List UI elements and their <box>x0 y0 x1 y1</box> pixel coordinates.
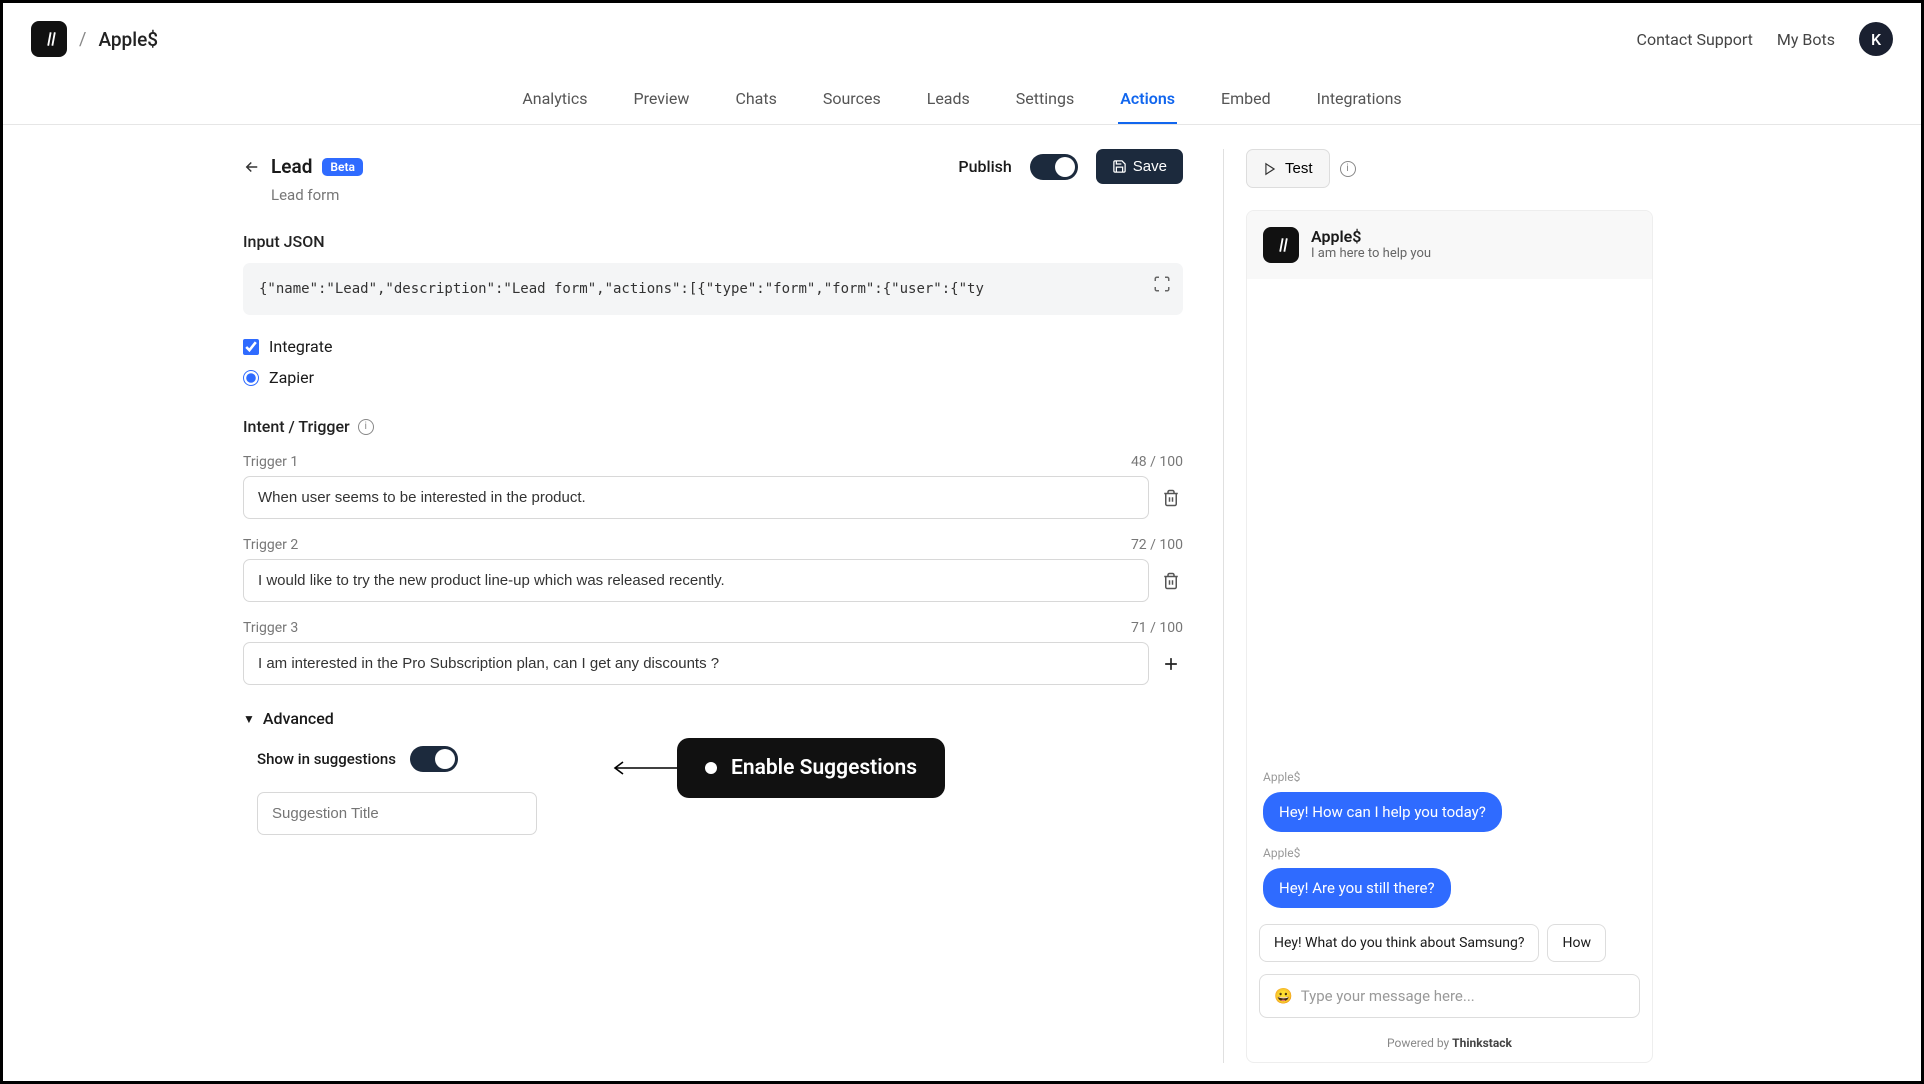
trigger-1-count: 48 / 100 <box>1131 454 1183 470</box>
trigger-2-count: 72 / 100 <box>1131 537 1183 553</box>
trigger-2-input[interactable] <box>243 559 1149 602</box>
disclosure-icon: ▼ <box>243 712 255 726</box>
chat-bubble-2: Hey! Are you still there? <box>1263 868 1451 908</box>
callout: Enable Suggestions <box>677 738 945 798</box>
topbar-left: / Apple$ <box>31 21 158 57</box>
chat-logo <box>1263 227 1299 263</box>
tab-settings[interactable]: Settings <box>1014 75 1076 124</box>
contact-support-link[interactable]: Contact Support <box>1637 30 1753 49</box>
save-button-label: Save <box>1133 158 1167 175</box>
zapier-label: Zapier <box>269 368 314 387</box>
chat-bubble-1: Hey! How can I help you today? <box>1263 792 1502 832</box>
test-row: Test i <box>1246 149 1653 188</box>
trash-icon <box>1162 489 1180 507</box>
my-bots-link[interactable]: My Bots <box>1777 30 1835 49</box>
play-icon <box>1263 162 1277 176</box>
publish-label: Publish <box>958 157 1011 176</box>
show-suggestions-toggle[interactable] <box>410 746 458 772</box>
zapier-row: Zapier <box>243 368 1183 387</box>
trigger-1-input[interactable] <box>243 476 1149 519</box>
preview-column: Test i Apple$ I am here to help you Appl… <box>1223 149 1653 1063</box>
topbar: / Apple$ Contact Support My Bots K <box>3 3 1921 75</box>
tab-actions[interactable]: Actions <box>1118 75 1177 124</box>
chat-suggestion-2[interactable]: How <box>1547 924 1606 962</box>
trigger-2-label: Trigger 2 <box>243 537 298 553</box>
input-json-label: Input JSON <box>243 232 1183 251</box>
advanced-toggle[interactable]: ▼ Advanced <box>243 709 1183 728</box>
tab-leads[interactable]: Leads <box>925 75 972 124</box>
chat-body: Apple$ Hey! How can I help you today? Ap… <box>1247 279 1652 924</box>
tab-analytics[interactable]: Analytics <box>520 75 589 124</box>
info-icon[interactable]: i <box>358 419 374 435</box>
bot-name[interactable]: Apple$ <box>98 28 158 51</box>
action-title: Lead <box>271 155 312 178</box>
trigger-3-count: 71 / 100 <box>1131 620 1183 636</box>
tab-preview[interactable]: Preview <box>632 75 692 124</box>
expand-icon[interactable] <box>1153 275 1171 293</box>
integrate-label: Integrate <box>269 337 332 356</box>
trigger-2-delete[interactable] <box>1159 569 1183 593</box>
test-button-label: Test <box>1285 160 1313 177</box>
integrate-checkbox[interactable] <box>243 339 259 355</box>
chat-input-row: 😀 Type your message here... <box>1247 962 1652 1030</box>
callout-text: Enable Suggestions <box>731 756 917 780</box>
avatar[interactable]: K <box>1859 22 1893 56</box>
action-header: Lead Beta Publish Save <box>243 149 1183 184</box>
callout-arrow-icon <box>605 759 677 777</box>
trigger-add[interactable] <box>1159 652 1183 676</box>
editor-column: Lead Beta Publish Save Lead form Input J… <box>243 149 1223 1063</box>
trigger-1-label: Trigger 1 <box>243 454 298 470</box>
intent-label: Intent / Trigger <box>243 417 350 436</box>
zapier-radio[interactable] <box>243 370 259 386</box>
trigger-3-input[interactable] <box>243 642 1149 685</box>
json-value: {"name":"Lead","description":"Lead form"… <box>259 281 984 297</box>
trash-icon <box>1162 572 1180 590</box>
callout-dot-icon <box>705 762 717 774</box>
chat-title: Apple$ <box>1311 227 1431 246</box>
breadcrumb-sep: / <box>79 29 86 50</box>
topbar-right: Contact Support My Bots K <box>1637 22 1893 56</box>
trigger-2: Trigger 2 72 / 100 <box>243 537 1183 602</box>
beta-badge: Beta <box>322 158 363 176</box>
chat-input[interactable]: 😀 Type your message here... <box>1259 974 1640 1018</box>
test-info-icon[interactable]: i <box>1340 161 1356 177</box>
save-button[interactable]: Save <box>1096 149 1183 184</box>
nav-tabs: Analytics Preview Chats Sources Leads Se… <box>3 75 1921 125</box>
trigger-3-label: Trigger 3 <box>243 620 298 636</box>
chat-subtitle: I am here to help you <box>1311 246 1431 261</box>
tab-chats[interactable]: Chats <box>733 75 778 124</box>
plus-icon <box>1161 654 1181 674</box>
suggestion-title-input[interactable] <box>257 792 537 835</box>
integbate-row: Integrate <box>243 337 1183 356</box>
advanced-label: Advanced <box>263 709 334 728</box>
powered-by-text: Powered by <box>1387 1036 1452 1050</box>
chat-header: Apple$ I am here to help you <box>1247 211 1652 279</box>
tab-embed[interactable]: Embed <box>1219 75 1273 124</box>
json-box[interactable]: {"name":"Lead","description":"Lead form"… <box>243 263 1183 315</box>
chat-widget: Apple$ I am here to help you Apple$ Hey!… <box>1246 210 1653 1063</box>
app-logo[interactable] <box>31 21 67 57</box>
intent-row: Intent / Trigger i <box>243 417 1183 436</box>
show-suggestions-label: Show in suggestions <box>257 750 396 768</box>
chat-input-placeholder: Type your message here... <box>1301 987 1475 1005</box>
emoji-icon[interactable]: 😀 <box>1274 987 1293 1005</box>
test-button[interactable]: Test <box>1246 149 1330 188</box>
trigger-1-delete[interactable] <box>1159 486 1183 510</box>
tab-integrations[interactable]: Integrations <box>1315 75 1404 124</box>
publish-toggle[interactable] <box>1030 154 1078 180</box>
powered-by-brand[interactable]: Thinkstack <box>1452 1036 1512 1050</box>
trigger-3: Trigger 3 71 / 100 <box>243 620 1183 685</box>
chat-suggestions: Hey! What do you think about Samsung? Ho… <box>1247 924 1652 962</box>
chat-suggestion-1[interactable]: Hey! What do you think about Samsung? <box>1259 924 1539 962</box>
save-icon <box>1112 159 1127 174</box>
action-subtitle: Lead form <box>271 186 1183 204</box>
chat-sender-1: Apple$ <box>1263 770 1636 784</box>
tab-sources[interactable]: Sources <box>821 75 883 124</box>
suggestions-row: Show in suggestions Enable Suggestions <box>257 746 1183 772</box>
chat-footer: Powered by Thinkstack <box>1247 1030 1652 1062</box>
main: Lead Beta Publish Save Lead form Input J… <box>3 125 1921 1063</box>
trigger-1: Trigger 1 48 / 100 <box>243 454 1183 519</box>
chat-sender-2: Apple$ <box>1263 846 1636 860</box>
back-arrow-icon[interactable] <box>243 158 261 176</box>
